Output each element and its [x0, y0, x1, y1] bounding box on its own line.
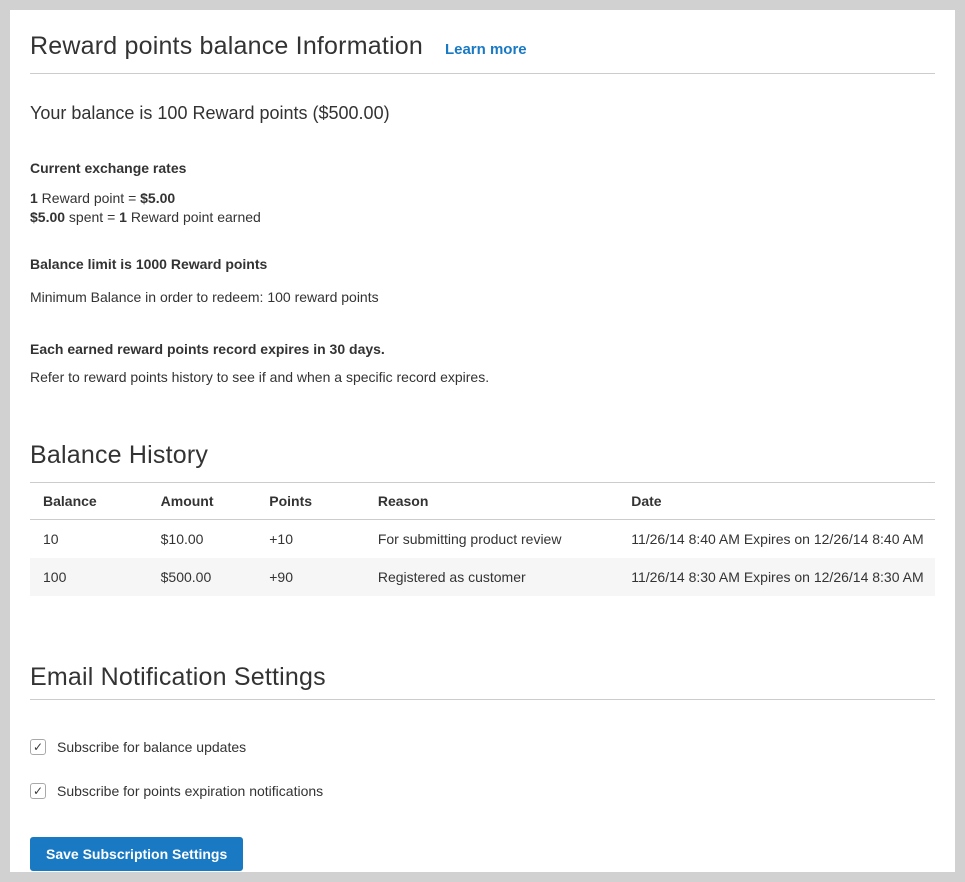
exchange-rate-currency-to-point: $5.00 spent = 1 Reward point earned: [30, 208, 935, 227]
table-header-row: Balance Amount Points Reason Date: [30, 483, 935, 520]
column-header-date: Date: [618, 483, 935, 520]
table-row: 100 $500.00 +90 Registered as customer 1…: [30, 558, 935, 596]
cell-date: 11/26/14 8:30 AM Expires on 12/26/14 8:3…: [618, 558, 935, 596]
balance-limit-text: Balance limit is 1000 Reward points: [30, 255, 935, 274]
cell-points: +10: [256, 520, 365, 559]
balance-updates-label: Subscribe for balance updates: [57, 739, 246, 755]
card-header: Reward points balance Information Learn …: [30, 10, 935, 73]
exchange-rates-heading: Current exchange rates: [30, 159, 935, 178]
expiry-note-text: Refer to reward points history to see if…: [30, 368, 935, 387]
header-divider: [30, 73, 935, 74]
cell-amount: $10.00: [148, 520, 257, 559]
page-title: Reward points balance Information: [30, 32, 423, 61]
minimum-balance-text: Minimum Balance in order to redeem: 100 …: [30, 288, 935, 307]
exchange-rate-point-to-currency: 1 Reward point = $5.00: [30, 189, 935, 208]
notifications-divider: [30, 699, 935, 700]
rate2-currency-value: $5.00: [30, 209, 65, 225]
rate1-text: Reward point =: [38, 190, 140, 206]
cell-balance: 10: [30, 520, 148, 559]
cell-points: +90: [256, 558, 365, 596]
column-header-points: Points: [256, 483, 365, 520]
balance-updates-checkbox[interactable]: ✓: [30, 739, 46, 755]
column-header-amount: Amount: [148, 483, 257, 520]
rate2-points-value: 1: [119, 209, 127, 225]
rate2-text: spent =: [65, 209, 119, 225]
balance-history-title: Balance History: [30, 440, 935, 470]
points-expiration-option: ✓ Subscribe for points expiration notifi…: [30, 783, 935, 799]
cell-reason: For submitting product review: [365, 520, 618, 559]
column-header-reason: Reason: [365, 483, 618, 520]
save-subscription-settings-button[interactable]: Save Subscription Settings: [30, 837, 243, 871]
cell-balance: 100: [30, 558, 148, 596]
table-row: 10 $10.00 +10 For submitting product rev…: [30, 520, 935, 559]
email-notification-settings-title: Email Notification Settings: [30, 662, 935, 692]
learn-more-link[interactable]: Learn more: [445, 41, 527, 58]
rate2-suffix: Reward point earned: [127, 209, 261, 225]
expiry-rule-text: Each earned reward points record expires…: [30, 340, 935, 359]
rate1-points-value: 1: [30, 190, 38, 206]
balance-updates-option: ✓ Subscribe for balance updates: [30, 739, 935, 755]
points-expiration-checkbox[interactable]: ✓: [30, 783, 46, 799]
balance-history-table: Balance Amount Points Reason Date 10 $10…: [30, 482, 935, 596]
balance-summary: Your balance is 100 Reward points ($500.…: [30, 102, 935, 124]
column-header-balance: Balance: [30, 483, 148, 520]
points-expiration-label: Subscribe for points expiration notifica…: [57, 783, 323, 799]
cell-amount: $500.00: [148, 558, 257, 596]
cell-date: 11/26/14 8:40 AM Expires on 12/26/14 8:4…: [618, 520, 935, 559]
cell-reason: Registered as customer: [365, 558, 618, 596]
reward-points-card: Reward points balance Information Learn …: [10, 10, 955, 872]
rate1-currency-value: $5.00: [140, 190, 175, 206]
